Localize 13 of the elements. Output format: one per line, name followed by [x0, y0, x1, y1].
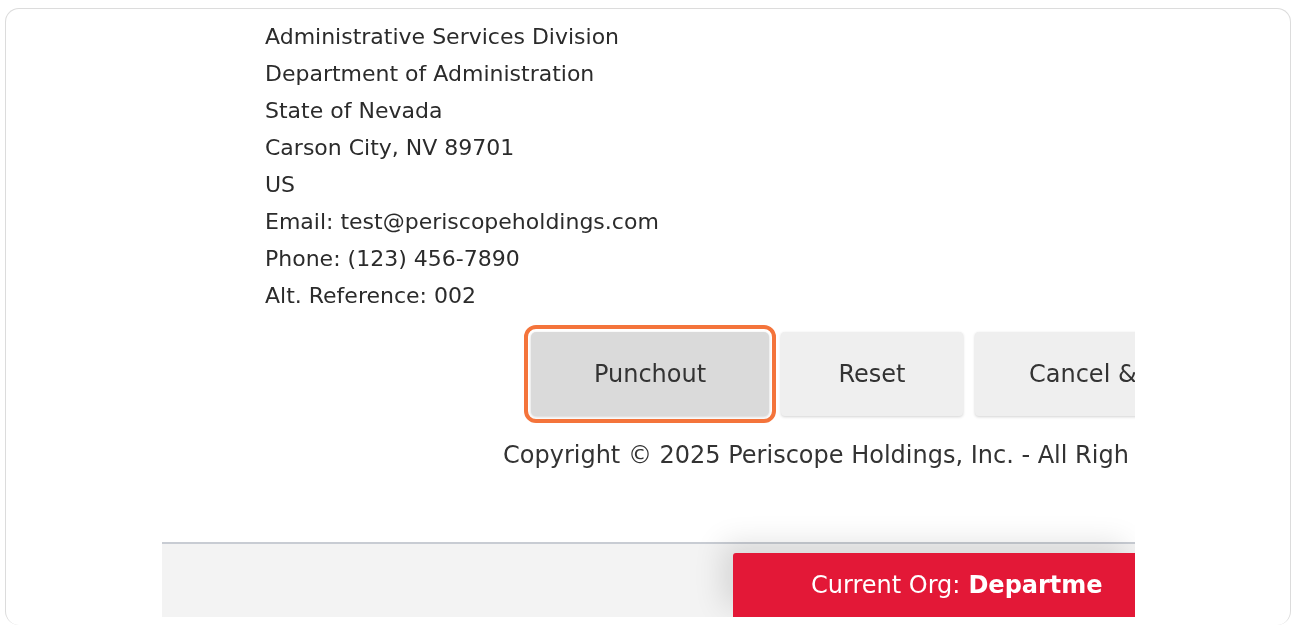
- address-line: Department of Administration: [265, 60, 595, 88]
- address-line: US: [265, 171, 296, 199]
- action-button[interactable]: Reset: [781, 332, 963, 416]
- action-button[interactable]: Cancel &: [975, 332, 1135, 416]
- copyright-text: Copyright © 2025 Periscope Holdings, Inc. - All Righ: [503, 440, 1129, 471]
- address-line: Email: test@periscopeholdings.com: [265, 208, 659, 236]
- address-line: Phone: (123) 456-7890: [265, 245, 520, 273]
- address-line: Alt. Reference: 002: [265, 282, 476, 310]
- address-line: State of Nevada: [265, 97, 443, 125]
- org-label: Current Org:: [811, 571, 961, 599]
- org-name: Departme: [968, 571, 1103, 599]
- address-line: Carson City, NV 89701: [265, 134, 515, 162]
- address-line: Administrative Services Division: [265, 23, 620, 51]
